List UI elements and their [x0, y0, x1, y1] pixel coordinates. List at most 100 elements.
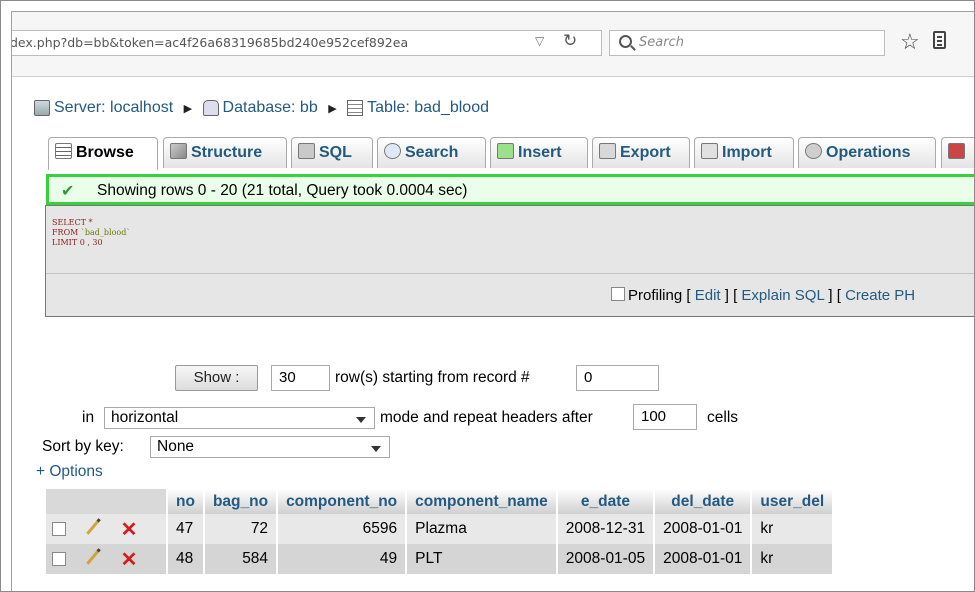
search-placeholder: Search	[639, 35, 684, 50]
browser-window: dex.php?db=bb&token=ac4f26a68319685bd240…	[11, 11, 974, 591]
mode-value: horizontal	[111, 409, 179, 426]
profiling-checkbox[interactable]	[611, 287, 625, 301]
cell-component-no: 6596	[278, 514, 406, 544]
cell-no: 47	[168, 514, 203, 544]
row-actions: ✕	[46, 514, 166, 544]
tab-insert[interactable]: Insert	[490, 137, 588, 168]
browse-icon	[55, 143, 72, 159]
history-dropdown-icon[interactable]: ▽	[535, 34, 544, 48]
mode-label: mode and repeat headers after	[380, 409, 593, 426]
tab-drop[interactable]	[941, 137, 974, 168]
display-mode-select[interactable]: horizontal	[104, 407, 375, 429]
start-record-input[interactable]: 0	[576, 365, 659, 391]
dropdown-arrow-icon	[371, 446, 381, 452]
check-icon: ✔	[61, 183, 75, 200]
cell-no: 48	[168, 544, 203, 574]
cell-bag-no: 72	[204, 514, 277, 544]
reload-icon[interactable]: ↻	[563, 31, 577, 51]
cell-e-date: 2008-01-05	[557, 544, 654, 574]
column-header-component-no[interactable]: component_no	[278, 489, 406, 514]
actions-header	[46, 489, 166, 514]
tab-label: Browse	[76, 144, 134, 161]
column-header-e-date[interactable]: e_date	[557, 489, 654, 514]
sql-actions: Profiling [ Edit ] [ Explain SQL ] [ Cre…	[611, 287, 915, 304]
tab-import[interactable]: Import	[694, 137, 794, 168]
edit-pencil-icon[interactable]	[82, 517, 104, 541]
tab-label: Search	[405, 144, 459, 161]
search-input[interactable]: Search	[609, 30, 885, 56]
cell-component-no: 49	[278, 544, 406, 574]
breadcrumb-arrow-icon: ▶	[328, 102, 337, 115]
breadcrumb: Server: localhost ▶ Database: bb ▶ Table…	[34, 99, 489, 117]
show-button[interactable]: Show :	[175, 365, 258, 391]
divider	[46, 273, 974, 274]
results-table: no bag_no component_no component_name e_…	[44, 489, 834, 574]
row-checkbox[interactable]	[52, 521, 66, 536]
import-icon	[701, 143, 718, 159]
structure-icon	[170, 143, 187, 159]
drop-icon	[948, 143, 965, 159]
sql-line: SELECT *	[52, 218, 93, 227]
rows-count-input[interactable]: 30	[271, 365, 330, 391]
column-header-del-date[interactable]: del_date	[655, 489, 751, 514]
reading-list-icon[interactable]	[933, 31, 946, 49]
url-text[interactable]: dex.php?db=bb&token=ac4f26a68319685bd240…	[12, 35, 408, 50]
breadcrumb-arrow-icon: ▶	[183, 102, 193, 115]
server-icon	[34, 100, 50, 116]
table-row: ✕ 48 584 49 PLT 2008-01-05 2008-01-01 kr	[46, 544, 833, 574]
sql-code: SELECT * FROM `bad_blood` LIMIT 0 , 30	[52, 218, 130, 248]
column-header-no[interactable]: no	[168, 489, 203, 514]
export-icon	[599, 143, 616, 159]
sql-keyword: FROM	[52, 228, 81, 237]
success-message: ✔ Showing rows 0 - 20 (21 total, Query t…	[46, 174, 974, 205]
profiling-label: Profiling	[628, 287, 683, 304]
bookmark-star-icon[interactable]: ☆	[900, 29, 920, 55]
create-php-link[interactable]: Create PH	[845, 287, 915, 304]
sql-line: LIMIT 0 , 30	[52, 238, 103, 247]
in-label: in	[82, 409, 95, 426]
tab-label: Import	[722, 144, 772, 161]
search-icon	[619, 35, 632, 48]
tab-label: Structure	[191, 144, 263, 161]
sort-label: Sort by key:	[42, 438, 124, 455]
tab-operations[interactable]: Operations	[798, 137, 936, 168]
options-link[interactable]: + Options	[36, 463, 103, 481]
cell-del-date: 2008-01-01	[655, 514, 751, 544]
cell-component-name: PLT	[407, 544, 556, 574]
explain-sql-link[interactable]: Explain SQL	[741, 287, 824, 304]
tab-label: Export	[620, 144, 671, 161]
tab-sql[interactable]: SQL	[291, 137, 373, 168]
delete-x-icon[interactable]: ✕	[121, 519, 138, 541]
table-row: ✕ 47 72 6596 Plazma 2008-12-31 2008-01-0…	[46, 514, 833, 544]
tab-search[interactable]: Search	[377, 137, 486, 168]
table-header-row: no bag_no component_no component_name e_…	[46, 489, 833, 514]
delete-x-icon[interactable]: ✕	[121, 549, 138, 571]
tab-label: Operations	[826, 144, 911, 161]
edit-pencil-icon[interactable]	[82, 547, 104, 571]
sql-icon	[298, 143, 315, 159]
browser-toolbar: dex.php?db=bb&token=ac4f26a68319685bd240…	[12, 12, 974, 77]
breadcrumb-table[interactable]: Table: bad_blood	[367, 99, 489, 116]
breadcrumb-server[interactable]: Server: localhost	[54, 99, 173, 116]
tab-browse[interactable]: Browse	[48, 137, 158, 170]
tab-label: Insert	[518, 144, 562, 161]
row-checkbox[interactable]	[52, 551, 66, 566]
column-header-bag-no[interactable]: bag_no	[204, 489, 277, 514]
repeat-headers-input[interactable]: 100	[633, 404, 697, 430]
sort-value: None	[157, 438, 195, 455]
cell-bag-no: 584	[204, 544, 277, 574]
tab-label: SQL	[319, 144, 352, 161]
column-header-component-name[interactable]: component_name	[407, 489, 556, 514]
cell-component-name: Plazma	[407, 514, 556, 544]
tab-structure[interactable]: Structure	[163, 137, 287, 168]
cell-user-del: kr	[752, 544, 833, 574]
breadcrumb-database[interactable]: Database: bb	[223, 99, 318, 116]
tab-export[interactable]: Export	[592, 137, 690, 168]
edit-link[interactable]: Edit	[695, 287, 721, 304]
operations-icon	[805, 143, 822, 159]
sort-key-select[interactable]: None	[150, 436, 390, 458]
sql-table-name: `bad_blood`	[80, 228, 131, 237]
column-header-user-del[interactable]: user_del	[752, 489, 833, 514]
address-bar[interactable]: dex.php?db=bb&token=ac4f26a68319685bd240…	[12, 30, 602, 56]
cells-label: cells	[707, 409, 739, 426]
